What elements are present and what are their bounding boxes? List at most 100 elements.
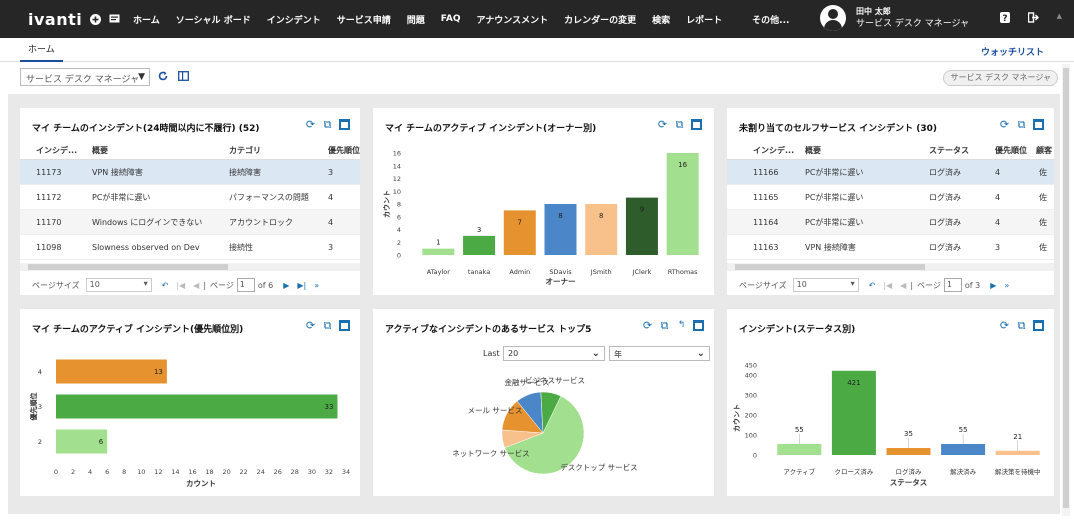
page-size-select[interactable]: 10 (792, 278, 859, 292)
nav-service-requests[interactable]: サービス申請 (337, 13, 391, 26)
refresh-icon[interactable]: ⟳ (305, 119, 316, 130)
nav-faq[interactable]: FAQ (441, 14, 461, 24)
export-icon[interactable]: ⧉ (322, 119, 333, 130)
x-tick-label: 32 (325, 468, 333, 476)
column-header[interactable]: 概要 (86, 145, 223, 156)
table-row[interactable]: 11165 PCが非常に遅い ログ済み 4 佐 (727, 185, 1054, 210)
page-input[interactable]: 1 (943, 278, 962, 292)
x-tick-label: JSmith (590, 268, 612, 276)
layout-icon[interactable] (178, 71, 190, 83)
prev-page-icon[interactable]: ◀ (900, 281, 906, 290)
data-label: 9 (640, 206, 644, 214)
refresh-icon[interactable] (158, 71, 170, 83)
column-header[interactable]: 顧客 (1033, 145, 1054, 156)
avatar[interactable] (820, 5, 846, 31)
column-header[interactable]: ステータス (923, 145, 989, 156)
page-input[interactable]: 1 (236, 278, 255, 292)
x-axis-label: カウント (186, 479, 216, 488)
watchlist-link[interactable]: ウォッチリスト (981, 45, 1044, 58)
nav-search[interactable]: 検索 (652, 13, 670, 26)
user-menu[interactable]: 田中 太郎 サービス デスク マネージャ (820, 5, 969, 31)
refresh-icon[interactable]: ⟳ (999, 119, 1010, 130)
x-tick-label: 16 (188, 468, 196, 476)
x-tick-label: 4 (88, 468, 92, 476)
first-page-icon[interactable]: |◀ (883, 281, 892, 290)
table-row[interactable]: 11166 PCが非常に遅い ログ済み 4 佐 (727, 160, 1054, 185)
grid-header: インシデ... 概要 カテゴリ 優先順位 (20, 142, 360, 160)
column-header[interactable]: カテゴリ (223, 145, 322, 156)
x-tick-label: SDavis (549, 268, 572, 276)
export-icon[interactable]: ⧉ (1016, 119, 1027, 130)
reset-icon[interactable]: ↶ (162, 281, 169, 290)
nav-social-board[interactable]: ソーシャル ボード (176, 13, 251, 26)
table-row[interactable]: 11173 VPN 接続障害 接続障害 3 (20, 160, 360, 185)
nav-announcements[interactable]: アナウンスメント (476, 13, 548, 26)
page-size-select[interactable]: 10 (85, 278, 152, 292)
table-row[interactable]: 11163 VPN 接続障害 ログ済み 3 佐 (727, 235, 1054, 260)
column-header[interactable]: インシデ... (20, 145, 86, 156)
jump-icon[interactable]: » (1004, 281, 1009, 290)
nav-problems[interactable]: 問題 (407, 13, 425, 26)
table-row[interactable]: 11172 PCが非常に遅い パフォーマンスの問題 4 (20, 185, 360, 210)
unassigned-grid: インシデ... 概要 ステータス 優先順位 顧客 11166 PCが非常に遅い … (727, 142, 1054, 260)
column-header[interactable]: インシデ... (727, 145, 799, 156)
role-button[interactable]: サービス デスク マネージャ (943, 70, 1058, 86)
horizontal-scrollbar[interactable] (20, 263, 360, 271)
horizontal-scrollbar[interactable] (727, 263, 1054, 271)
column-header[interactable]: 概要 (799, 145, 923, 156)
main-nav: ホーム ソーシャル ボード インシデント サービス申請 問題 FAQ アナウンス… (133, 0, 805, 38)
data-label: 33 (325, 403, 334, 411)
prev-page-icon[interactable]: ◀ (193, 281, 199, 290)
x-tick-label: 34 (342, 468, 350, 476)
y-tick-label: 16 (393, 150, 401, 158)
help-icon[interactable]: ? (999, 12, 1010, 25)
table-row[interactable]: 11170 Windows にログインできない アカウントロック 4 (20, 210, 360, 235)
y-tick-label: 4 (397, 226, 401, 234)
data-label: 6 (99, 438, 104, 446)
page-scrollbar[interactable] (1062, 64, 1070, 516)
ivanti-logo[interactable]: ivanti (28, 10, 88, 29)
y-tick-label: 0 (753, 452, 757, 460)
nav-reports[interactable]: レポート (686, 13, 722, 26)
collapse-chevron-icon[interactable]: ▲ (1057, 12, 1062, 25)
table-row[interactable]: 11098 Slowness observed on Dev 接続性 3 (20, 235, 360, 260)
chat-icon[interactable] (107, 13, 121, 25)
nav-incidents[interactable]: インシデント (267, 13, 321, 26)
top-navigation-bar: ivanti ホーム ソーシャル ボード インシデント サービス申請 問題 FA… (0, 0, 1074, 38)
last-page-icon[interactable]: ▶| (297, 281, 306, 290)
nav-home[interactable]: ホーム (133, 13, 160, 26)
y-tick-label: 8 (397, 201, 401, 209)
x-tick-label: 8 (122, 468, 126, 476)
svg-text:?: ? (1002, 14, 1007, 23)
x-tick-label: 20 (222, 468, 230, 476)
jump-icon[interactable]: » (314, 281, 319, 290)
column-header[interactable]: 優先順位 (322, 145, 360, 156)
tab-home[interactable]: ホーム (20, 38, 63, 62)
nav-more[interactable]: その他... (752, 13, 789, 26)
maximize-icon[interactable] (339, 119, 350, 130)
bar (503, 210, 536, 255)
panel-owner-chart: マイ チームのアクティブ インシデント(オーナー別) ⟳ ⧉ 0 2 4 6 8 10 12… (373, 108, 714, 295)
next-page-icon[interactable]: ▶ (990, 281, 996, 290)
y-tick-label: 0 (397, 252, 401, 260)
y-axis-label: 優先順位 (29, 393, 38, 422)
bar (995, 450, 1040, 455)
nav-change-calendar[interactable]: カレンダーの変更 (564, 13, 636, 26)
x-tick-label: 6 (105, 468, 109, 476)
y-tick-label: 300 (745, 392, 757, 400)
y-tick-label: 2 (397, 239, 401, 247)
reset-icon[interactable]: ↶ (869, 281, 876, 290)
data-label: 8 (599, 212, 603, 220)
grid-header: インシデ... 概要 ステータス 優先順位 顧客 (727, 142, 1054, 160)
dashboard-select[interactable]: サービス デスク マネージャ ▼ (20, 68, 150, 86)
maximize-icon[interactable] (1033, 119, 1044, 130)
panel-title: マイ チームのインシデント(24時間以内に不履行) (52) (32, 124, 260, 134)
next-page-icon[interactable]: ▶ (283, 281, 289, 290)
column-header[interactable]: 優先順位 (989, 145, 1033, 156)
table-row[interactable]: 11164 PCが非常に遅い ログ済み 4 佐 (727, 210, 1054, 235)
page-size-label: ページサイズ (32, 280, 80, 290)
logout-icon[interactable] (1027, 12, 1039, 25)
add-icon[interactable] (88, 13, 102, 25)
incident-grid: インシデ... 概要 カテゴリ 優先順位 11173 VPN 接続障害 接続障害… (20, 142, 360, 260)
first-page-icon[interactable]: |◀ (176, 281, 185, 290)
